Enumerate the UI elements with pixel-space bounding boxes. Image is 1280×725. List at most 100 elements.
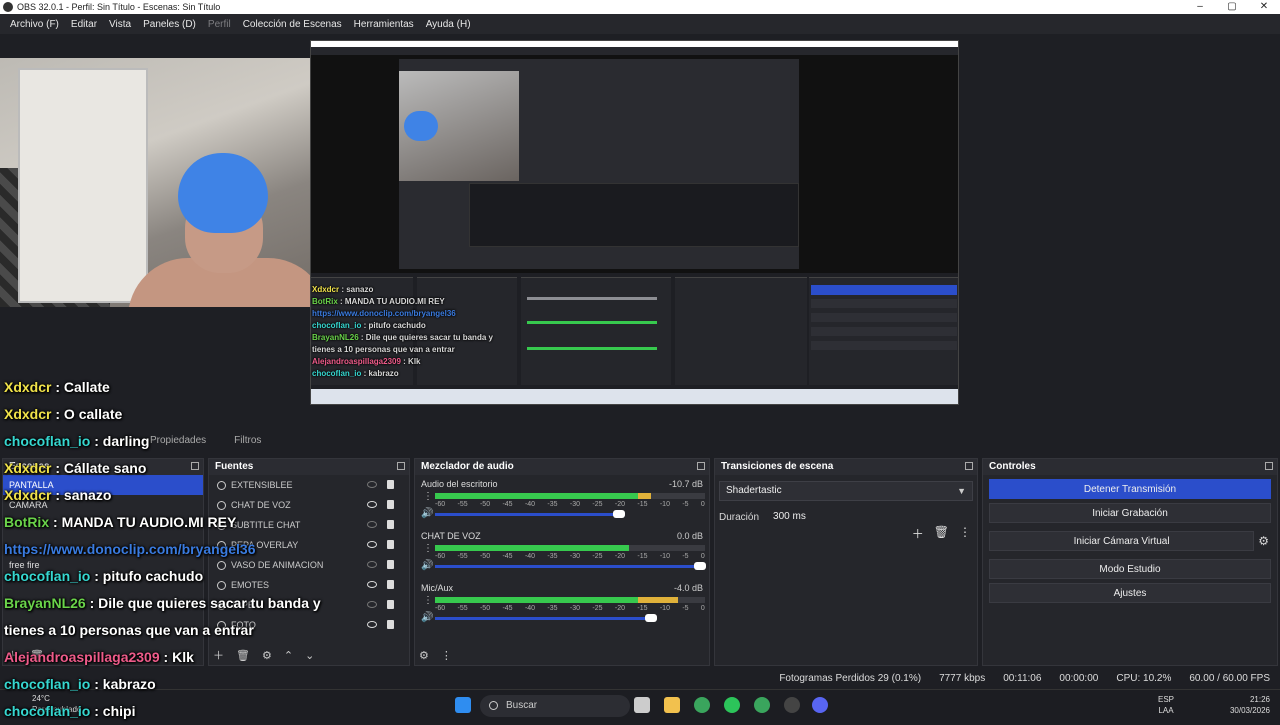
maximize-icon[interactable]: ▢ <box>1216 0 1248 14</box>
transition-select[interactable]: Shadertastic ▼ <box>719 481 973 501</box>
chat-text: : Callate <box>51 379 110 395</box>
visibility-eye-icon[interactable] <box>367 581 377 588</box>
mixer-channel: Audio del escritorio -10.7 dB ⋮ -60 -55 -50 -4… <box>415 475 709 527</box>
volume-slider[interactable] <box>435 513 619 516</box>
chat-message: Xdxdcr : Cállate sano <box>4 455 321 482</box>
visibility-eye-icon[interactable] <box>367 541 377 548</box>
mixer-channel: Mic/Aux -4.0 dB ⋮ -60 -55 -50 -45 -40 -35 -30 -25-… <box>415 579 709 631</box>
meter-tick: -50 <box>479 605 491 612</box>
windows-start-icon[interactable] <box>455 697 471 713</box>
mixer-menu-icon[interactable]: ⋮ <box>441 649 452 662</box>
speaker-icon[interactable]: 🔊 <box>421 612 433 623</box>
volume-slider-handle[interactable] <box>693 562 706 570</box>
chat-username: Xdxdcr <box>4 379 52 395</box>
chat-message: Xdxdcr : sanazo <box>312 284 493 296</box>
studio-mode-button[interactable]: Modo Estudio <box>989 559 1271 579</box>
visibility-eye-icon[interactable] <box>367 621 377 628</box>
chat-username: chocoflan_io <box>4 703 91 719</box>
preview-canvas[interactable]: Xdxdcr : sanazo BotRix : MANDA TU AUDIO.M… <box>0 34 1280 430</box>
volume-meter <box>435 597 705 603</box>
lock-icon[interactable] <box>387 580 394 589</box>
menu-view[interactable]: Vista <box>103 19 137 30</box>
clock-time: 21:26 <box>1249 695 1270 704</box>
undock-icon[interactable] <box>965 462 973 470</box>
channel-menu-icon[interactable]: ⋮ <box>423 595 433 606</box>
visibility-eye-icon[interactable] <box>367 481 377 488</box>
clock[interactable]: 21:26 30/03/2026 <box>1230 694 1270 716</box>
virtual-camera-button[interactable]: Iniciar Cámara Virtual <box>989 531 1255 551</box>
transition-selected: Shadertastic <box>726 485 782 496</box>
undock-icon[interactable] <box>1265 462 1273 470</box>
chat-text: : MANDA TU AUDIO.MI REY <box>337 297 445 306</box>
whatsapp-icon[interactable] <box>724 697 740 713</box>
lock-icon[interactable] <box>387 500 394 509</box>
chat-text: : sanazo <box>339 285 374 294</box>
menu-file[interactable]: Archivo (F) <box>4 19 65 30</box>
transition-menu-icon[interactable]: ⋮ <box>959 525 971 542</box>
chat-username: chocoflan_io <box>4 433 91 449</box>
speaker-icon[interactable]: 🔊 <box>421 560 433 571</box>
duration-label: Duración <box>719 511 760 523</box>
chrome-icon[interactable] <box>754 697 770 713</box>
visibility-eye-icon[interactable] <box>367 521 377 528</box>
menu-profile[interactable]: Perfil <box>202 19 237 30</box>
speaker-icon[interactable]: 🔊 <box>421 508 433 519</box>
visibility-eye-icon[interactable] <box>367 601 377 608</box>
meter-tick: -25 <box>592 501 603 508</box>
visibility-eye-icon[interactable] <box>367 501 377 508</box>
remove-transition-icon[interactable]: 🗑 <box>934 525 949 542</box>
gear-icon[interactable]: ⚙ <box>1258 534 1269 548</box>
meter-tick: -30 <box>569 605 581 612</box>
volume-slider-handle[interactable] <box>612 510 625 518</box>
menu-tools[interactable]: Herramientas <box>348 19 420 30</box>
chat-message: Xdxdcr : O callate <box>4 401 321 428</box>
menu-help[interactable]: Ayuda (H) <box>420 19 477 30</box>
start-recording-button[interactable]: Iniciar Grabación <box>989 503 1271 523</box>
chrome-icon[interactable] <box>694 697 710 713</box>
stop-streaming-button[interactable]: Detener Transmisión <box>989 479 1271 499</box>
chat-text: : kabrazo <box>90 676 156 692</box>
volume-slider-handle[interactable] <box>645 614 657 622</box>
volume-slider[interactable] <box>435 617 651 620</box>
lock-icon[interactable] <box>387 620 394 629</box>
chat-username: Xdxdcr <box>4 460 52 476</box>
menu-scene-collection[interactable]: Colección de Escenas <box>237 19 348 30</box>
lang-top: ESP <box>1158 695 1175 704</box>
undock-icon[interactable] <box>397 462 405 470</box>
volume-slider[interactable] <box>435 565 700 568</box>
lock-icon[interactable] <box>387 540 394 549</box>
language-indicator[interactable]: ESP LAA <box>1158 694 1174 716</box>
channel-menu-icon[interactable]: ⋮ <box>423 543 433 554</box>
meter-tick: -50 <box>479 553 491 560</box>
lock-icon[interactable] <box>387 560 394 569</box>
taskbar-search[interactable]: Buscar <box>480 695 630 717</box>
chat-message: chocoflan_io : pitufo cachudo <box>4 563 321 590</box>
menu-docks[interactable]: Paneles (D) <box>137 19 202 30</box>
chat-message: Alejandroaspillaga2309 : Klk <box>4 644 321 671</box>
chat-message: https://www.donoclip.com/bryangel36 <box>312 308 493 320</box>
channel-menu-icon[interactable]: ⋮ <box>423 491 433 502</box>
meter-tick: 0 <box>700 501 705 508</box>
audio-mixer-dock: Mezclador de audio Audio del escritorio -… <box>414 458 710 666</box>
minimize-icon[interactable]: – <box>1184 0 1216 14</box>
channel-name: Audio del escritorio <box>421 479 498 489</box>
duration-input[interactable]: 300 ms <box>769 507 969 527</box>
discord-icon[interactable] <box>812 697 828 713</box>
chat-text: : O callate <box>51 406 123 422</box>
mixer-settings-icon[interactable]: ⚙ <box>419 649 429 662</box>
lock-icon[interactable] <box>387 600 394 609</box>
close-icon[interactable]: ✕ <box>1248 0 1280 14</box>
menu-edit[interactable]: Editar <box>65 19 103 30</box>
lock-icon[interactable] <box>387 520 394 529</box>
obs-icon[interactable] <box>784 697 800 713</box>
task-view-icon[interactable] <box>634 697 650 713</box>
file-explorer-icon[interactable] <box>664 697 680 713</box>
chat-text: : pitufo cachudo <box>90 568 204 584</box>
visibility-eye-icon[interactable] <box>367 561 377 568</box>
settings-button[interactable]: Ajustes <box>989 583 1271 603</box>
lock-icon[interactable] <box>387 480 394 489</box>
channel-name: CHAT DE VOZ <box>421 531 481 541</box>
add-transition-icon[interactable]: ＋ <box>912 525 924 542</box>
undock-icon[interactable] <box>697 462 705 470</box>
meter-tick: -20 <box>614 501 625 508</box>
